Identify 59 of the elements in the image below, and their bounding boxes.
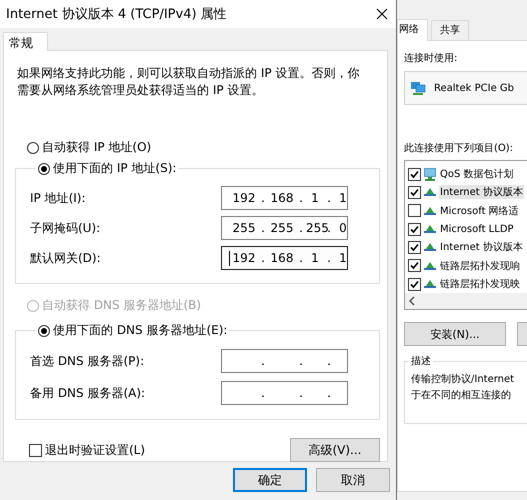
network-protocol-icon	[424, 188, 436, 196]
checkbox[interactable]	[408, 204, 421, 218]
advanced-button[interactable]: 高级(V)...	[290, 438, 380, 462]
window-title: Internet 协议版本 4 (TCP/IPv4) 属性	[6, 6, 227, 23]
checkbox[interactable]	[408, 222, 421, 236]
field-label: 默认网关(D):	[30, 250, 101, 266]
description-line: 于在不同的相互连接的	[411, 388, 512, 403]
section-label: 此连接使用下列项目(O):	[404, 142, 514, 155]
checkbox[interactable]	[408, 259, 421, 272]
checkbox[interactable]	[408, 186, 421, 199]
network-adapter-icon	[410, 80, 426, 96]
field-label: IP 地址(I):	[30, 190, 86, 206]
ok-button[interactable]: 确定	[233, 468, 307, 492]
network-protocol-icon	[424, 225, 436, 234]
list-item[interactable]: QoS 数据包计划	[439, 167, 515, 182]
ip-address-field[interactable]: 192 . 168 . 1 . 1	[221, 246, 348, 270]
list-item[interactable]: Internet 协议版本	[439, 185, 524, 200]
text-cursor	[229, 251, 230, 266]
checkbox-label: 退出时验证设置(L)	[45, 442, 146, 458]
list-item[interactable]: Internet 协议版本	[439, 240, 524, 254]
checkbox[interactable]	[408, 278, 421, 291]
network-protocol-icon	[424, 206, 436, 215]
field-label: 备用 DNS 服务器(A):	[30, 384, 146, 402]
ip-address-field[interactable]: 192 . 168 . 1 . 1	[221, 186, 348, 210]
ip-address-field[interactable]: 255 . 255 . 255. 0	[221, 216, 348, 240]
radio-label: 使用下面的 IP 地址(S):	[53, 160, 176, 177]
adapter-name: Realtek PCIe Gb	[434, 82, 514, 94]
list-item[interactable]: 链路层拓扑发现响	[439, 258, 521, 273]
ip-address-field[interactable]: . . .	[221, 381, 348, 405]
checkbox[interactable]	[408, 168, 421, 181]
qos-monitor-icon	[424, 168, 436, 181]
close-icon[interactable]	[376, 8, 388, 20]
install-button[interactable]: 安装(N)...	[404, 322, 506, 346]
list-item[interactable]: Microsoft LLDP	[439, 224, 515, 235]
radio-label: 自动获得 IP 地址(O)	[42, 139, 152, 156]
checkbox[interactable]	[408, 240, 421, 254]
list-item[interactable]: Microsoft 网络适	[439, 204, 520, 218]
tab[interactable]: 常规	[3, 32, 48, 51]
ip-address-field[interactable]: . . .	[221, 349, 348, 373]
radio-button[interactable]	[38, 162, 50, 174]
checkbox[interactable]	[29, 444, 42, 456]
radio-button[interactable]	[38, 324, 50, 336]
group-title: 描述	[410, 354, 432, 368]
field-label: 首选 DNS 服务器(P):	[30, 352, 144, 370]
cancel-button[interactable]: 取消	[316, 468, 390, 492]
field-label: 子网掩码(U):	[30, 220, 100, 236]
radio-label: 使用下面的 DNS 服务器地址(E):	[53, 322, 228, 339]
scroll-left-icon[interactable]	[408, 295, 416, 308]
tab[interactable]: 网络	[397, 19, 428, 41]
network-protocol-icon	[424, 280, 436, 288]
section-label: 连接时使用:	[404, 52, 458, 65]
description-text: 如果网络支持此功能，则可以获取自动指派的 IP 设置。否则，你需要从网络系统管理员处获得适当的 IP 设置。	[17, 65, 360, 99]
radio-label: 自动获得 DNS 服务器地址(B)	[42, 297, 202, 314]
description-line: 传输控制协议/Internet	[411, 372, 516, 387]
radio-button[interactable]	[27, 142, 39, 154]
network-protocol-icon	[424, 243, 436, 252]
list-item[interactable]: 链路层拓扑发现映	[439, 277, 521, 292]
tab[interactable]: 共享	[431, 20, 469, 40]
network-protocol-icon	[424, 262, 436, 270]
